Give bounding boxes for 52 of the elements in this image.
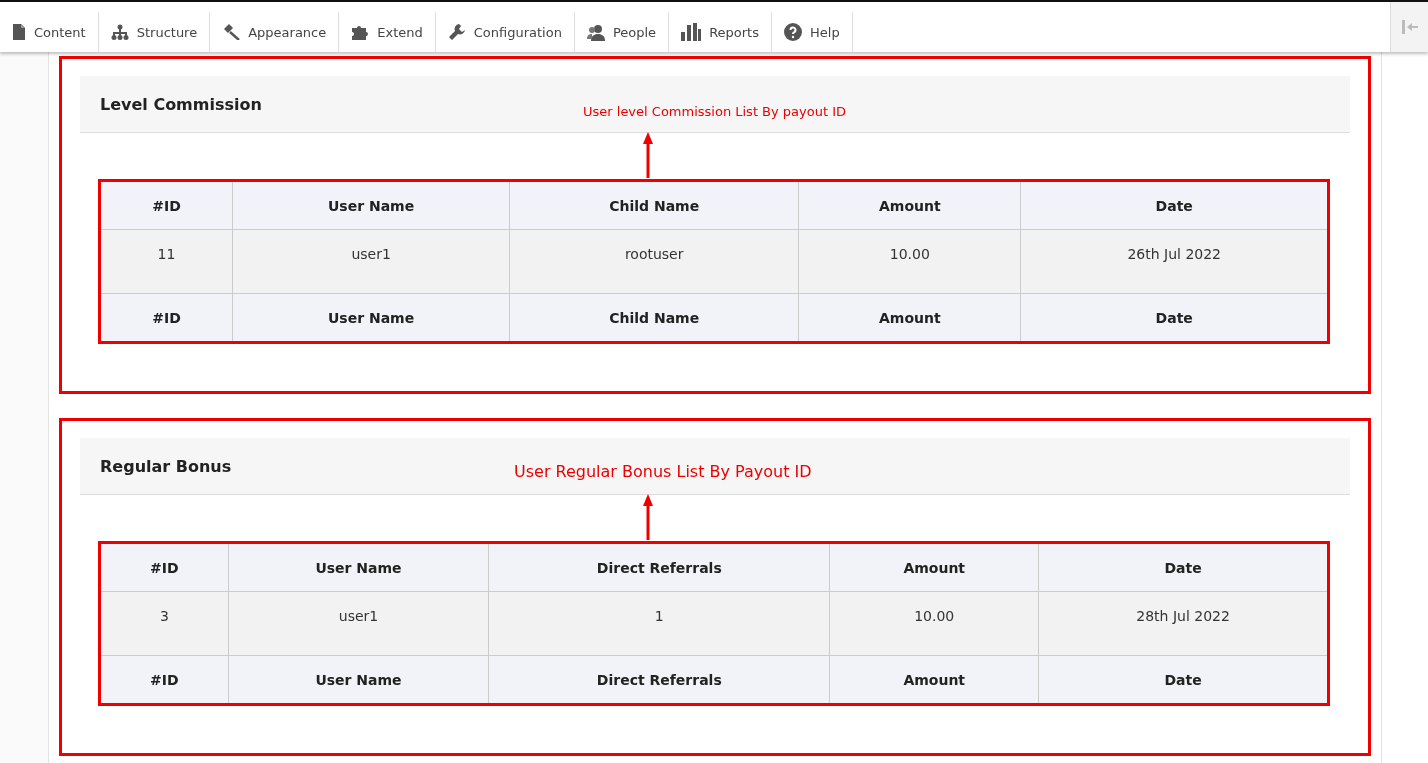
table-cell: rootuser <box>509 229 799 294</box>
people-icon <box>586 23 605 41</box>
section-title: Level Commission <box>100 94 262 114</box>
column-footer: #ID <box>101 655 229 703</box>
column-footer: Date <box>1038 655 1327 703</box>
toolbar-item[interactable]: People <box>574 12 670 52</box>
collapse-toolbar-button[interactable] <box>1390 2 1428 52</box>
toolbar-item[interactable]: Content <box>0 12 99 52</box>
table-cell: 3 <box>101 591 229 656</box>
bar-chart-icon <box>681 23 702 41</box>
column-footer: Child Name <box>509 293 799 341</box>
column-footer: User Name <box>232 293 510 341</box>
toolbar-item[interactable]: Configuration <box>435 12 575 52</box>
table-cell: user1 <box>232 229 510 294</box>
table-cell: 1 <box>488 591 830 656</box>
column-header: Date <box>1020 182 1327 230</box>
annotation-label: User Regular Bonus List By Payout ID <box>514 462 812 481</box>
table-cell: 11 <box>101 229 233 294</box>
toolbar-item[interactable]: Help <box>772 12 853 52</box>
toolbar-item[interactable]: Extend <box>339 12 436 52</box>
table-cell: user1 <box>228 591 489 656</box>
table-cell: 10.00 <box>829 591 1039 656</box>
column-footer: Date <box>1020 293 1327 341</box>
table-cell: 28th Jul 2022 <box>1038 591 1327 656</box>
column-header: #ID <box>101 182 233 230</box>
column-footer: #ID <box>101 293 233 341</box>
annotation-label: User level Commission List By payout ID <box>583 104 847 119</box>
puzzle-icon <box>351 24 370 40</box>
collapse-icon <box>1401 20 1418 34</box>
column-header: Child Name <box>509 182 799 230</box>
hammer-icon <box>222 24 241 40</box>
column-footer: User Name <box>228 655 489 703</box>
column-header: User Name <box>232 182 510 230</box>
table-cell: 10.00 <box>798 229 1021 294</box>
column-footer: Direct Referrals <box>488 655 830 703</box>
column-footer: Amount <box>798 293 1021 341</box>
column-header: Date <box>1038 544 1327 592</box>
toolbar-item[interactable]: Appearance <box>210 12 340 52</box>
toolbar-item[interactable]: Structure <box>98 12 211 52</box>
toolbar-item[interactable]: Reports <box>669 12 772 52</box>
column-header: User Name <box>228 544 489 592</box>
column-header: Amount <box>798 182 1021 230</box>
wrench-icon <box>447 23 466 41</box>
column-header: Direct Referrals <box>488 544 830 592</box>
column-header: #ID <box>101 544 229 592</box>
hierarchy-icon <box>110 24 129 40</box>
section-title: Regular Bonus <box>100 456 232 476</box>
column-footer: Amount <box>829 655 1039 703</box>
help-icon <box>784 23 802 41</box>
column-header: Amount <box>829 544 1039 592</box>
table-cell: 26th Jul 2022 <box>1020 229 1327 294</box>
document-icon <box>12 24 26 40</box>
